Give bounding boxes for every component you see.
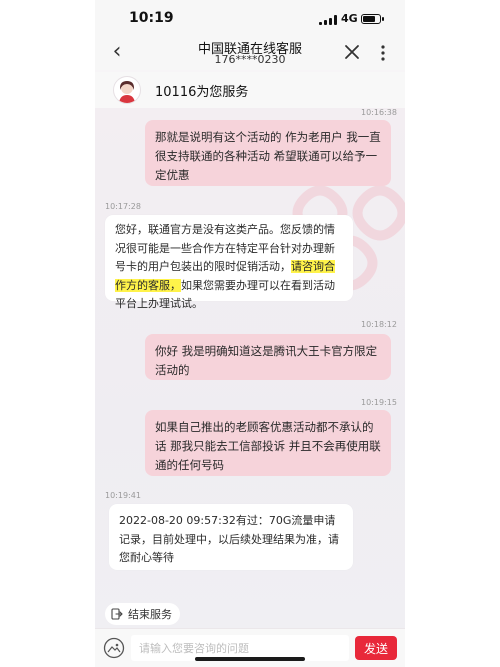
left-margin	[0, 0, 95, 667]
agent-header: 10116为您服务	[95, 72, 405, 109]
close-icon[interactable]	[342, 42, 362, 62]
nav-bar: ‹ 中国联通在线客服 176****0230	[95, 40, 405, 70]
battery-icon	[361, 14, 384, 24]
phone-number: 176****0230	[214, 53, 286, 66]
message-text: 2022-08-20 09:57:32有过：70G流量申请记录，目前处理中，以后…	[119, 514, 339, 564]
agent-name: 10116为您服务	[155, 85, 249, 100]
image-upload-icon[interactable]	[103, 637, 125, 659]
message-text: 如果自己推出的老顾客优惠活动都不承认的话 那我只能去工信部投诉 并且不会再使用联…	[155, 420, 381, 472]
more-icon[interactable]	[378, 44, 388, 62]
agent-avatar	[113, 76, 141, 104]
end-service-label: 结束服务	[128, 608, 172, 621]
message-time: 10:19:15	[361, 398, 397, 407]
home-indicator	[195, 657, 305, 661]
input-bar: 发送	[95, 628, 405, 667]
avatar-icon	[119, 81, 135, 103]
right-margin	[405, 0, 500, 667]
agent-message: 您好，联通官方是没有这类产品。您反馈的情况很可能是一些合作方在特定平台针对办理新…	[105, 215, 353, 310]
phone-screen: 10:19 4G ‹ 中国联通在线客服 176****0230 10116为您服…	[95, 0, 405, 667]
message-text: 那就是说明有这个活动的 作为老用户 我一直很支持联通的各种活动 希望联通可以给予…	[155, 130, 381, 182]
network-type: 4G	[341, 12, 358, 25]
user-message: 那就是说明有这个活动的 作为老用户 我一直很支持联通的各种活动 希望联通可以给予…	[145, 120, 391, 186]
agent-message: 2022-08-20 09:57:32有过：70G流量申请记录，目前处理中，以后…	[109, 504, 353, 570]
message-time: 10:16:38	[361, 108, 397, 117]
status-bar: 10:19 4G	[95, 0, 405, 40]
message-text: 你好 我是明确知道这是腾讯大王卡官方限定活动的	[155, 344, 378, 377]
end-service-button[interactable]: 结束服务	[105, 603, 180, 625]
signal-icon	[319, 15, 337, 25]
message-time: 10:19:41	[105, 491, 141, 500]
user-message: 你好 我是明确知道这是腾讯大王卡官方限定活动的	[145, 334, 391, 380]
message-time: 10:17:28	[105, 202, 141, 211]
chat-area[interactable]: 10:16:38 那就是说明有这个活动的 作为老用户 我一直很支持联通的各种活动…	[95, 108, 405, 628]
status-time: 10:19	[129, 10, 174, 26]
exit-icon	[111, 608, 123, 620]
message-time: 10:18:12	[361, 320, 397, 329]
send-button[interactable]: 发送	[355, 636, 397, 660]
back-icon[interactable]: ‹	[107, 40, 127, 64]
user-message: 如果自己推出的老顾客优惠活动都不承认的话 那我只能去工信部投诉 并且不会再使用联…	[145, 410, 391, 476]
